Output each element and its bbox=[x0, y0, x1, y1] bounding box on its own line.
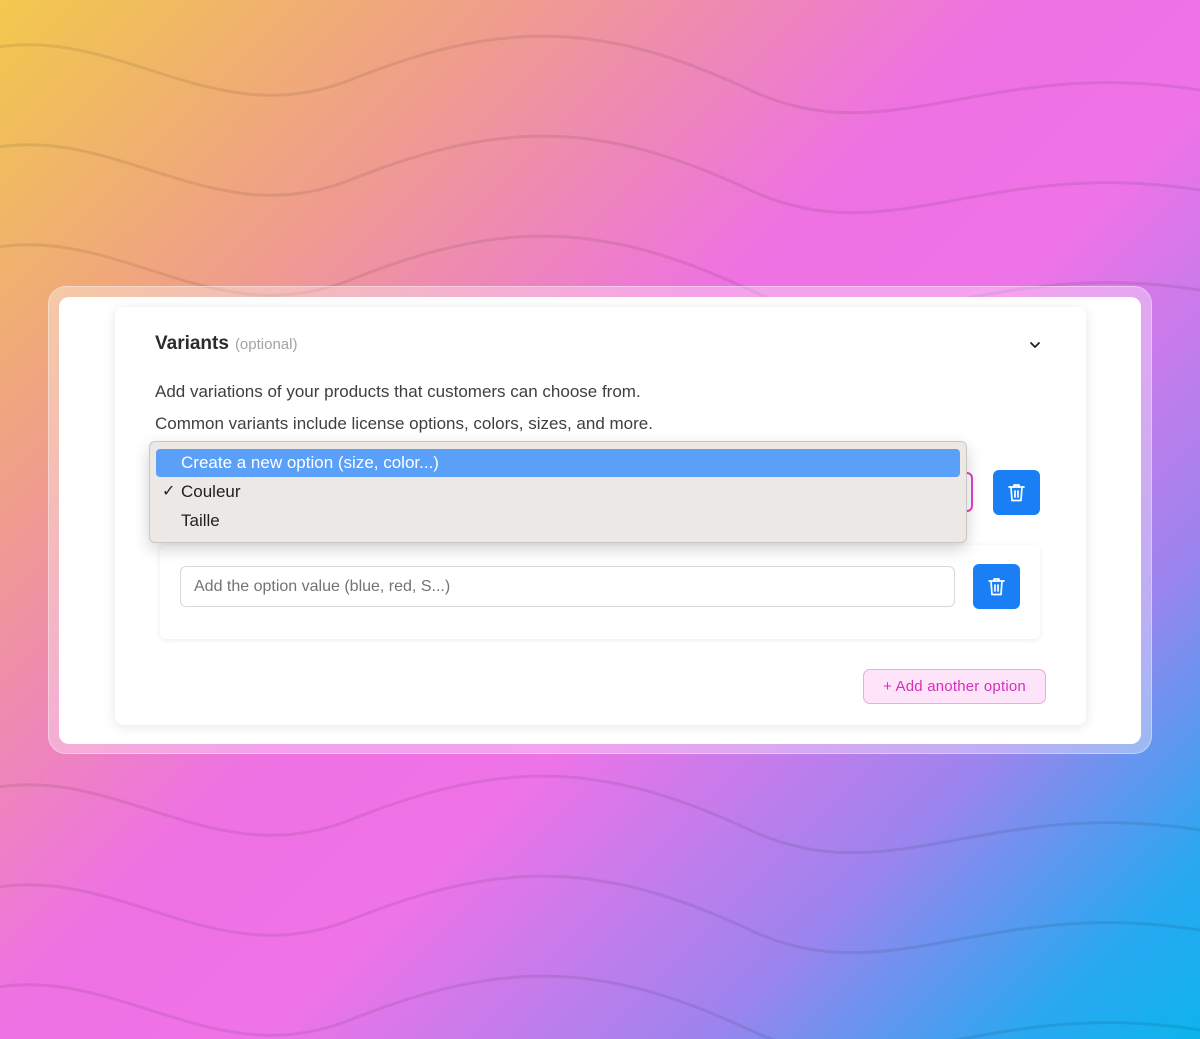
option-value-input[interactable] bbox=[180, 566, 955, 607]
dropdown-item-taille[interactable]: Taille bbox=[156, 507, 960, 535]
section-title: Variants bbox=[155, 333, 229, 354]
dropdown-item-couleur[interactable]: ✓ Couleur bbox=[156, 478, 960, 506]
dropdown-item-label: Couleur bbox=[181, 482, 241, 501]
checkmark-icon: ✓ bbox=[162, 483, 176, 500]
delete-option-button[interactable] bbox=[993, 470, 1040, 515]
trash-icon bbox=[988, 578, 1005, 596]
option-values-panel bbox=[160, 545, 1040, 639]
trash-icon bbox=[1008, 484, 1025, 502]
variants-header[interactable]: Variants (optional) bbox=[155, 333, 1045, 359]
option-dropdown-menu: Create a new option (size, color...) ✓ C… bbox=[149, 441, 967, 543]
optional-label: (optional) bbox=[234, 336, 298, 353]
dropdown-item-label: Taille bbox=[181, 511, 220, 530]
dropdown-item-label: Create a new option (size, color...) bbox=[181, 453, 439, 472]
delete-value-button[interactable] bbox=[973, 564, 1020, 609]
dropdown-item-create-new[interactable]: Create a new option (size, color...) bbox=[156, 449, 960, 477]
chevron-down-icon[interactable] bbox=[1027, 337, 1043, 353]
description-line-1: Add variations of your products that cus… bbox=[155, 382, 641, 401]
description-line-2: Common variants include license options,… bbox=[155, 414, 653, 433]
add-another-option-button[interactable]: + Add another option bbox=[863, 669, 1046, 704]
